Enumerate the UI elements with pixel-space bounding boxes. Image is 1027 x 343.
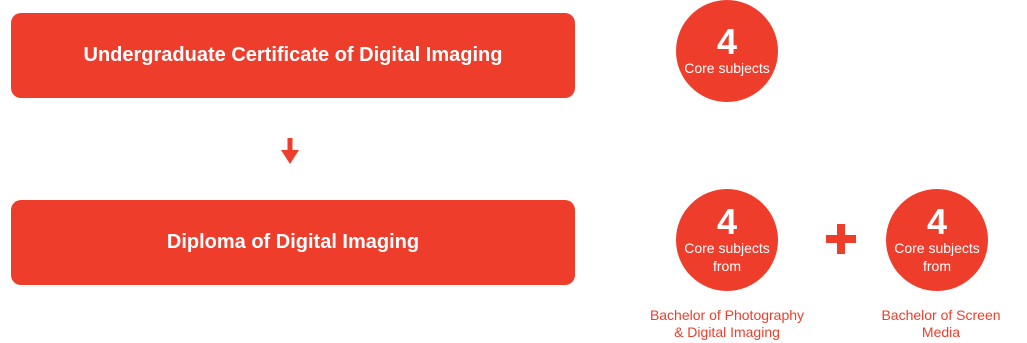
diploma-box: Diploma of Digital Imaging [11,200,575,285]
screen-subjects-label: Core subjects [894,240,980,256]
certificate-box: Undergraduate Certificate of Digital Ima… [11,13,575,98]
core-subjects-label: Core subjects [684,60,770,76]
photography-subjects-circle: 4 Core subjects from [676,189,778,291]
photography-caption-line1: Bachelor of Photography [649,307,805,323]
photography-subjects-count: 4 [716,201,738,242]
screen-caption-line2: Media [921,324,961,340]
photography-degree-caption: Bachelor of Photography & Digital Imagin… [625,307,829,341]
screen-caption-line1: Bachelor of Screen [881,307,1001,323]
screen-subjects-from: from [923,258,951,274]
photography-caption-line2: & Digital Imaging [674,324,780,340]
screen-subjects-count: 4 [926,201,948,242]
plus-icon [826,224,856,254]
diploma-label: Diploma of Digital Imaging [166,231,420,253]
screen-degree-caption: Bachelor of Screen Media [866,307,1016,341]
core-subjects-circle: 4 Core subjects [676,0,778,102]
core-subjects-count: 4 [716,21,738,62]
photography-subjects-label: Core subjects [684,240,770,256]
photography-subjects-from: from [713,258,741,274]
arrow-down-icon [281,138,299,164]
screen-subjects-circle: 4 Core subjects from [886,189,988,291]
certificate-label: Undergraduate Certificate of Digital Ima… [83,44,503,66]
